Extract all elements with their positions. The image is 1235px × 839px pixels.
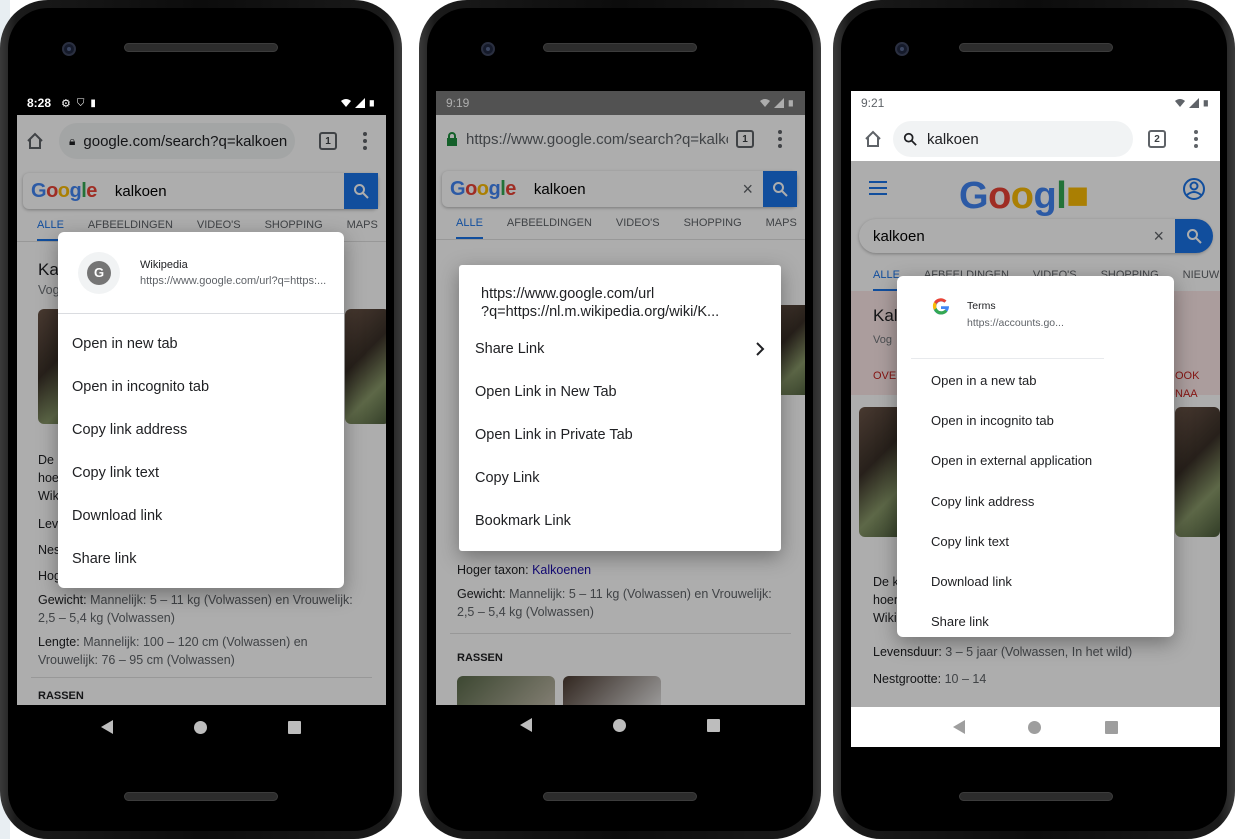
search-icon [903, 132, 917, 146]
link-url: https://www.google.com/url?q=https:... [140, 274, 327, 287]
link-url-line-2: ?q=https://nl.m.wikipedia.org/wiki/K... [481, 304, 720, 320]
context-menu-header: https://www.google.com/url ?q=https://nl… [459, 265, 781, 321]
google-g-icon [932, 298, 950, 315]
chevron-right-icon [756, 341, 765, 356]
menu-open-new-tab[interactable]: Open Link in New Tab [459, 370, 781, 413]
menu-copy-link-address[interactable]: Copy link address [897, 481, 1174, 521]
battery-icon [1203, 100, 1208, 107]
context-menu: https://www.google.com/url ?q=https://nl… [459, 265, 781, 551]
screen: 8:28 ⚙ ⛉ ▮ 🔒︎ google.com/search?q=kalkoe… [17, 91, 386, 705]
status-time: 9:21 [861, 96, 885, 110]
bottom-speaker [959, 792, 1113, 801]
menu-open-incognito[interactable]: Open in incognito tab [58, 365, 344, 408]
menu-open-new-tab[interactable]: Open in a new tab [897, 360, 1174, 400]
link-url-line-1: https://www.google.com/url [481, 286, 655, 302]
screen: 9:21 kalkoen 2 Googl■ kalkoen × ALLE AFB… [851, 91, 1220, 747]
top-speaker [959, 43, 1113, 52]
context-menu-list: Open in a new tab Open in incognito tab … [897, 359, 1174, 637]
back-icon[interactable] [100, 720, 113, 734]
sd-card-icon: ▮ [90, 97, 96, 109]
context-menu-header: Terms https://accounts.go... [897, 276, 1174, 358]
phone-3: 9:21 kalkoen 2 Googl■ kalkoen × ALLE AFB… [833, 0, 1235, 839]
battery-icon [369, 100, 374, 107]
shield-icon: ⛉ [76, 97, 85, 109]
front-camera [481, 42, 495, 56]
phone-2: 9:19 https://www.google.com/search?q=kal… [419, 0, 821, 839]
back-icon[interactable] [519, 718, 532, 732]
wifi-icon [1175, 99, 1185, 107]
menu-share-link-label: Share Link [475, 340, 545, 357]
back-icon[interactable] [952, 720, 965, 734]
menu-open-private-tab[interactable]: Open Link in Private Tab [459, 413, 781, 456]
status-bar: 8:28 ⚙ ⛉ ▮ [17, 91, 386, 115]
menu-share-link[interactable]: Share link [897, 602, 1174, 637]
tab-count: 2 [1154, 133, 1160, 145]
signal-icon [1189, 98, 1199, 108]
tab-switcher-button[interactable]: 2 [1148, 130, 1166, 148]
favicon-avatar: G [78, 251, 120, 294]
link-url: https://accounts.go... [967, 317, 1064, 329]
toolbar: kalkoen 2 [851, 119, 1220, 159]
context-menu-header: G Wikipedia https://www.google.com/url?q… [58, 232, 344, 314]
home-nav-icon[interactable] [1028, 720, 1042, 734]
link-title: Wikipedia [140, 258, 188, 271]
front-camera [895, 42, 909, 56]
menu-share-link[interactable]: Share Link [459, 327, 781, 370]
context-menu-list: Open in new tab Open in incognito tab Co… [58, 314, 344, 580]
menu-share-link[interactable]: Share link [58, 537, 344, 580]
recents-icon[interactable] [1105, 720, 1119, 734]
screen: 9:19 https://www.google.com/search?q=kal… [436, 91, 805, 705]
top-speaker [543, 43, 697, 52]
signal-icon [355, 98, 365, 108]
status-bar: 9:21 [851, 91, 1220, 115]
menu-copy-link[interactable]: Copy Link [459, 456, 781, 499]
home-nav-icon[interactable] [612, 718, 626, 732]
favicon-letter: G [87, 260, 111, 285]
recents-icon[interactable] [707, 718, 721, 732]
android-nav-bar [0, 714, 402, 740]
menu-copy-link-address[interactable]: Copy link address [58, 408, 344, 451]
bottom-speaker [124, 792, 278, 801]
menu-download-link[interactable]: Download link [897, 561, 1174, 601]
menu-download-link[interactable]: Download link [58, 494, 344, 537]
more-menu-icon[interactable] [1186, 130, 1206, 148]
url-bar[interactable]: kalkoen [893, 121, 1133, 157]
front-camera [62, 42, 76, 56]
menu-open-new-tab[interactable]: Open in new tab [58, 322, 344, 365]
settings-gear-icon: ⚙ [61, 97, 71, 110]
context-menu: Terms https://accounts.go... Open in a n… [897, 276, 1174, 637]
status-time: 8:28 [27, 96, 52, 110]
menu-copy-link-text[interactable]: Copy link text [58, 451, 344, 494]
context-menu: G Wikipedia https://www.google.com/url?q… [58, 232, 344, 588]
context-menu-list: Share Link Open Link in New Tab Open Lin… [459, 321, 781, 542]
android-nav-bar [851, 707, 1220, 747]
recents-icon[interactable] [288, 720, 302, 734]
menu-open-incognito[interactable]: Open in incognito tab [897, 400, 1174, 440]
bottom-speaker [543, 792, 697, 801]
menu-copy-link-text[interactable]: Copy link text [897, 521, 1174, 561]
phone-1: 8:28 ⚙ ⛉ ▮ 🔒︎ google.com/search?q=kalkoe… [0, 0, 402, 839]
top-speaker [124, 43, 278, 52]
url-text: kalkoen [927, 130, 979, 148]
home-nav-icon[interactable] [193, 720, 207, 734]
link-title: Terms [967, 300, 996, 312]
android-nav-bar [419, 712, 821, 738]
wifi-icon [341, 99, 351, 107]
menu-open-external-app[interactable]: Open in external application [897, 441, 1174, 481]
home-icon[interactable] [863, 129, 883, 149]
menu-bookmark-link[interactable]: Bookmark Link [459, 499, 781, 542]
